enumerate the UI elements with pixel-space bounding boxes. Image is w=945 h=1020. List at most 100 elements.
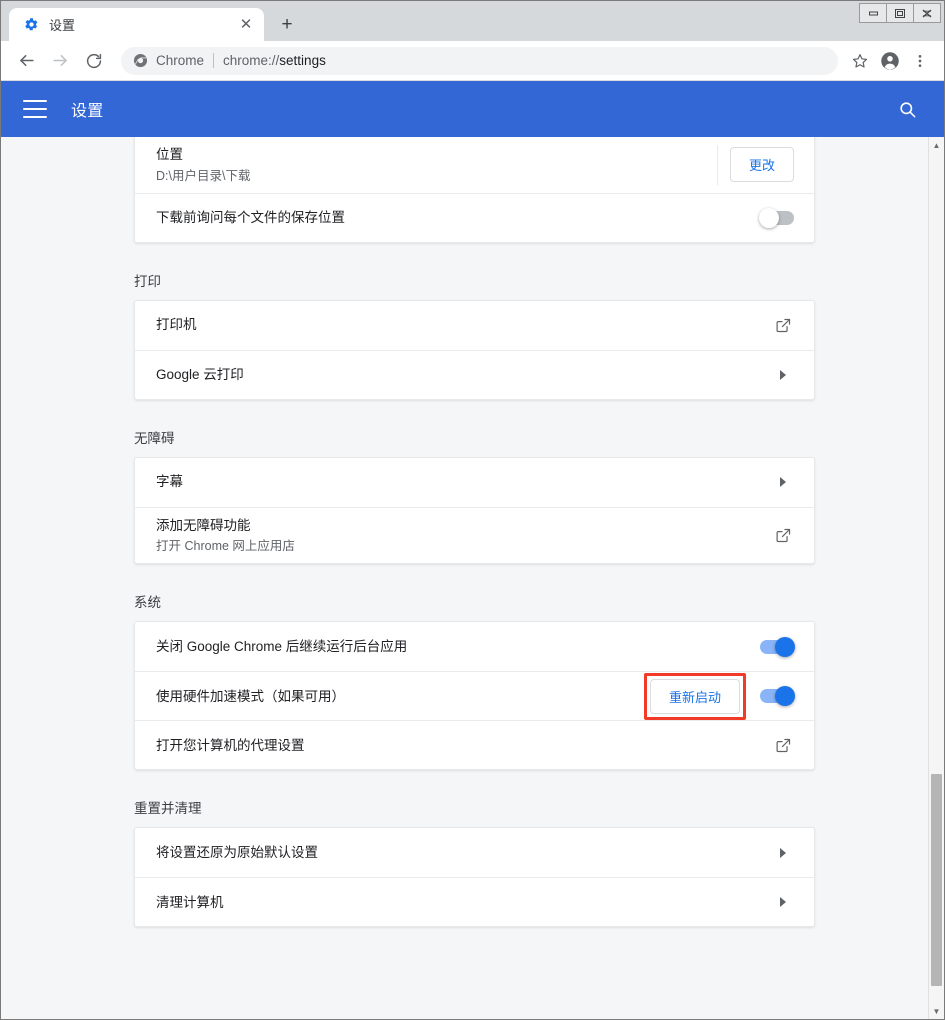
chevron-right-glyph	[780, 847, 786, 858]
page-title: 设置	[71, 103, 104, 120]
settings-card-downloads: 位置 D:\用户目录\下载 更改下载前询问每个文件的保存位置	[134, 137, 815, 243]
chevron-right-glyph	[780, 369, 786, 380]
settings-card-system: 关闭 Google Chrome 后继续运行后台应用 使用硬件加速模式（如果可用）…	[134, 621, 815, 771]
row-text: 位置 D:\用户目录\下载	[156, 137, 707, 193]
row-label-captions: 字幕	[156, 474, 183, 490]
chevron-right-icon	[772, 471, 794, 493]
settings-row-printers[interactable]: 打印机	[135, 301, 814, 350]
browser-tab-settings[interactable]: 设置 ✕	[9, 8, 264, 41]
section-title-printing: 打印	[134, 273, 161, 289]
settings-row-download-location[interactable]: 位置 D:\用户目录\下载 更改	[135, 137, 814, 193]
external-link-icon	[772, 314, 794, 336]
settings-sections: 位置 D:\用户目录\下载 更改下载前询问每个文件的保存位置打印打印机 Google…	[1, 137, 928, 987]
search-icon[interactable]	[892, 94, 922, 124]
settings-card-reset-cleanup: 将设置还原为原始默认设置 清理计算机	[134, 827, 815, 928]
row-label-restore-defaults: 将设置还原为原始默认设置	[156, 845, 318, 861]
row-label-background-apps: 关闭 Google Chrome 后继续运行后台应用	[156, 639, 408, 655]
toggle-background-apps[interactable]	[760, 636, 795, 657]
browser-toolbar: Chrome chrome://settings	[1, 41, 944, 81]
back-icon[interactable]	[11, 46, 41, 76]
settings-row-add-accessibility-features[interactable]: 添加无障碍功能打开 Chrome 网上应用店	[135, 506, 814, 564]
section-title-accessibility: 无障碍	[134, 430, 175, 446]
row-label-proxy-settings: 打开您计算机的代理设置	[156, 737, 305, 753]
close-button[interactable]	[913, 3, 941, 23]
toggle-hardware-acceleration[interactable]	[760, 686, 795, 707]
settings-row-ask-where-to-save[interactable]: 下载前询问每个文件的保存位置	[135, 192, 814, 242]
settings-row-clean-up-computer[interactable]: 清理计算机	[135, 877, 814, 926]
row-label-clean-up-computer: 清理计算机	[156, 894, 224, 910]
chevron-right-icon	[772, 364, 794, 386]
toggle-ask-where-to-save[interactable]	[759, 207, 794, 228]
row-text: 将设置还原为原始默认设置	[156, 835, 760, 871]
chevron-right-icon	[772, 842, 794, 864]
highlight-annotation-hardware-acceleration: 重新启动	[643, 672, 746, 720]
scroll-down-arrow-icon[interactable]: ▼	[929, 1003, 944, 1019]
address-bar[interactable]: Chrome chrome://settings	[121, 46, 838, 75]
tab-title: 设置	[49, 18, 76, 33]
close-icon[interactable]: ✕	[236, 15, 256, 35]
scrollbar-thumb[interactable]	[931, 773, 942, 986]
account-icon[interactable]	[876, 47, 904, 75]
minimize-button[interactable]	[859, 3, 887, 23]
settings-row-captions[interactable]: 字幕	[135, 458, 814, 507]
hamburger-icon[interactable]	[23, 100, 47, 118]
row-label-ask-where-to-save: 下载前询问每个文件的保存位置	[156, 209, 345, 225]
star-icon[interactable]	[846, 47, 874, 75]
reload-icon[interactable]	[79, 46, 109, 76]
external-link-icon	[772, 734, 794, 756]
row-label-hardware-acceleration: 使用硬件加速模式（如果可用）	[156, 688, 345, 704]
external-link-icon	[772, 525, 794, 547]
omnibox-divider	[213, 53, 215, 68]
settings-scroll-area[interactable]: 位置 D:\用户目录\下载 更改下载前询问每个文件的保存位置打印打印机 Google…	[1, 137, 944, 1019]
toggle-knob	[775, 686, 795, 707]
section-title-reset-cleanup: 重置并清理	[134, 801, 202, 817]
scroll-up-arrow-icon[interactable]: ▲	[929, 137, 944, 153]
row-text: 打开您计算机的代理设置	[156, 728, 760, 764]
row-separator	[716, 145, 718, 185]
download-location-button[interactable]: 更改	[729, 147, 794, 183]
scrollbar-track[interactable]	[929, 153, 944, 1003]
settings-row-hardware-acceleration[interactable]: 使用硬件加速模式（如果可用） 重新启动	[135, 671, 814, 720]
row-text: 下载前询问每个文件的保存位置	[156, 200, 746, 236]
row-label-printers: 打印机	[156, 317, 197, 333]
row-text: 使用硬件加速模式（如果可用）	[156, 679, 636, 715]
new-tab-button[interactable]: +	[272, 9, 302, 39]
settings-card-printing: 打印机 Google 云打印	[134, 299, 815, 400]
settings-card-accessibility: 字幕添加无障碍功能打开 Chrome 网上应用店	[134, 456, 815, 565]
kebab-menu-icon[interactable]	[906, 47, 934, 75]
settings-page: 设置 位置 D:\用户目录\下载 更改下载前询问每个文件的保存位置打印打印机 Goo…	[1, 81, 944, 1019]
tab-strip: 设置 ✕ +	[1, 1, 944, 41]
row-label-download-location: 位置	[156, 147, 183, 162]
hardware-acceleration-button[interactable]: 重新启动	[649, 678, 740, 714]
row-text: 清理计算机	[156, 885, 760, 921]
settings-row-google-cloud-print[interactable]: Google 云打印	[135, 349, 814, 399]
maximize-button[interactable]	[886, 3, 914, 23]
row-text: 打印机	[156, 307, 760, 343]
row-sublabel-add-accessibility-features: 打开 Chrome 网上应用店	[156, 539, 295, 554]
chrome-logo-icon	[133, 53, 148, 68]
omnibox-chrome-label: Chrome	[156, 53, 205, 68]
settings-header-bar: 设置	[1, 81, 944, 137]
forward-icon	[45, 46, 75, 76]
window-controls	[859, 3, 941, 23]
chevron-right-glyph	[780, 897, 786, 908]
row-text: 关闭 Google Chrome 后继续运行后台应用	[156, 629, 746, 665]
row-sublabel-download-location: D:\用户目录\下载	[156, 168, 251, 183]
vertical-scrollbar[interactable]: ▲ ▼	[928, 137, 944, 1019]
row-label-google-cloud-print: Google 云打印	[156, 366, 244, 382]
section-title-system: 系统	[134, 595, 161, 611]
omnibox-url: chrome://settings	[223, 53, 326, 68]
toggle-knob	[775, 636, 795, 657]
chevron-right-glyph	[780, 477, 786, 488]
row-text: 字幕	[156, 464, 760, 500]
toggle-knob	[759, 207, 779, 228]
row-text: Google 云打印	[156, 357, 760, 393]
settings-row-restore-defaults[interactable]: 将设置还原为原始默认设置	[135, 828, 814, 877]
settings-row-proxy-settings[interactable]: 打开您计算机的代理设置	[135, 720, 814, 769]
row-text: 添加无障碍功能打开 Chrome 网上应用店	[156, 508, 760, 564]
chevron-right-icon	[772, 891, 794, 913]
row-label-add-accessibility-features: 添加无障碍功能	[156, 517, 251, 533]
gear-icon	[23, 17, 39, 33]
settings-row-background-apps[interactable]: 关闭 Google Chrome 后继续运行后台应用	[135, 622, 814, 671]
omnibox-url-path: settings	[279, 53, 326, 68]
